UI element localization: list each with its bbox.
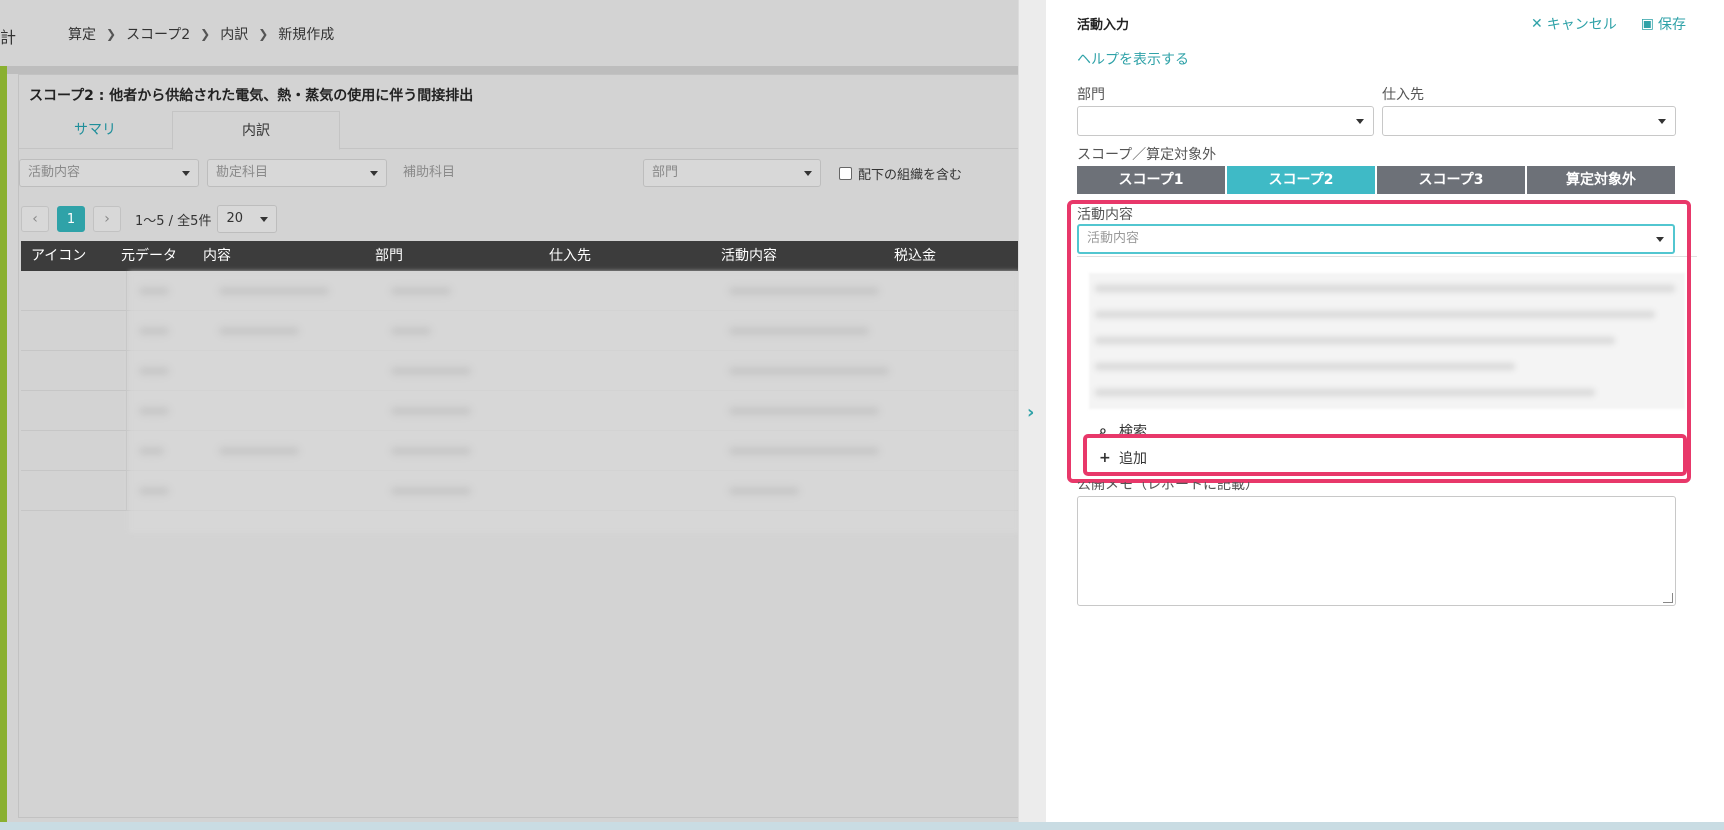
save-icon: ▣ [1640, 16, 1654, 32]
icon-cell [21, 431, 127, 471]
caret-down-icon [1658, 119, 1666, 124]
account-filter-select[interactable]: 勘定科目 [207, 159, 387, 187]
out-of-scope-button[interactable]: 算定対象外 [1527, 166, 1675, 194]
breadcrumb-item-new: 新規作成 [278, 27, 335, 43]
column-header-department[interactable]: 部門 [375, 241, 403, 271]
department-label: 部門 [1077, 87, 1105, 103]
chevron-right-icon: ❯ [106, 27, 117, 41]
blurred-table-content [129, 271, 1018, 533]
cancel-button[interactable]: ✕ キャンセル [1531, 14, 1617, 34]
caret-down-icon [1356, 119, 1364, 124]
column-header-amount[interactable]: 税込金 [894, 241, 936, 271]
pagination: ‹ 1 › 1〜5 / 全5件 20 [21, 205, 278, 233]
save-label: 保存 [1658, 17, 1686, 33]
scope-card: スコープ2 : 他者から供給された電気、熱・蒸気の使用に伴う間接排出 サマリ 内… [18, 74, 1018, 818]
side-accent-bar [0, 66, 7, 822]
cancel-label: キャンセル [1546, 17, 1617, 33]
caret-down-icon [370, 171, 378, 176]
panel-toggle-strip: › [1018, 0, 1046, 822]
main-content-overlay: 計 算定 ❯ スコープ2 ❯ 内訳 ❯ 新規作成 スコープ2 : 他者から供給さ… [0, 0, 1018, 822]
highlight-add-option [1083, 434, 1687, 476]
icon-cell [21, 351, 127, 391]
breadcrumb-item-calculation[interactable]: 算定 [68, 24, 96, 44]
chevron-right-icon: ❯ [200, 27, 211, 41]
pagination-info: 1〜5 / 全5件 [135, 213, 212, 229]
chevron-right-icon[interactable]: › [1027, 402, 1034, 423]
column-header-icon[interactable]: アイコン [31, 241, 86, 271]
icon-cell [21, 311, 127, 351]
tab-bar: サマリ 内訳 [19, 111, 1018, 150]
card-title: スコープ2 : 他者から供給された電気、熱・蒸気の使用に伴う間接排出 [29, 88, 474, 104]
breadcrumb-item-detail[interactable]: 内訳 [220, 24, 248, 44]
supplier-select[interactable] [1382, 106, 1676, 136]
prev-page-button[interactable]: ‹ [21, 206, 49, 232]
scope-label: スコープ／算定対象外 [1077, 147, 1217, 163]
include-sub-org-checkbox[interactable]: 配下の組織を含む [839, 159, 962, 187]
scope2-button[interactable]: スコープ2 [1227, 166, 1375, 194]
caret-down-icon [804, 171, 812, 176]
page-size-value: 20 [226, 211, 244, 226]
scope3-button[interactable]: スコープ3 [1377, 166, 1525, 194]
icon-cell [21, 391, 127, 431]
chevron-right-icon: ❯ [258, 27, 269, 41]
activity-input-panel: 活動入力 ✕ キャンセル ▣ 保存 ヘルプを表示する 部門 仕入先 スコープ／算… [1046, 0, 1724, 822]
page-1-button[interactable]: 1 [57, 206, 85, 232]
save-button[interactable]: ▣ 保存 [1641, 14, 1686, 34]
help-link[interactable]: ヘルプを表示する [1077, 49, 1189, 69]
app-title: 計 [0, 28, 17, 47]
scope-button-group: スコープ1 スコープ2 スコープ3 算定対象外 [1077, 166, 1677, 194]
sub-account-label: 補助科目 [403, 165, 456, 180]
panel-actions: ✕ キャンセル ▣ 保存 [1507, 14, 1686, 34]
department-filter-select[interactable]: 部門 [643, 159, 821, 187]
icon-cell [21, 271, 127, 311]
tab-summary[interactable]: サマリ [19, 111, 171, 149]
scope1-button[interactable]: スコープ1 [1077, 166, 1225, 194]
breadcrumb: 算定 ❯ スコープ2 ❯ 内訳 ❯ 新規作成 [68, 24, 334, 44]
page-size-select[interactable]: 20 [217, 205, 278, 233]
department-select[interactable] [1077, 106, 1374, 136]
activity-filter-placeholder: 活動内容 [28, 165, 81, 180]
caret-down-icon [182, 171, 190, 176]
supplier-label: 仕入先 [1382, 87, 1424, 103]
include-sub-org-label: 配下の組織を含む [858, 167, 963, 183]
divider [0, 66, 1018, 74]
icon-cell [21, 471, 127, 511]
checkbox-box[interactable] [839, 166, 852, 180]
column-header-supplier[interactable]: 仕入先 [549, 241, 591, 271]
next-page-button[interactable]: › [93, 206, 121, 232]
bottom-scrollbar[interactable] [0, 822, 1724, 830]
top-bar: 計 算定 ❯ スコープ2 ❯ 内訳 ❯ 新規作成 [0, 0, 1018, 66]
department-filter-placeholder: 部門 [652, 165, 679, 180]
close-icon: ✕ [1531, 16, 1543, 32]
public-memo-textarea[interactable] [1077, 496, 1676, 606]
activity-filter-select[interactable]: 活動内容 [19, 159, 199, 187]
caret-down-icon [260, 217, 269, 222]
panel-title: 活動入力 [1077, 18, 1130, 33]
table-header: アイコン 元データ 内容 部門 仕入先 活動内容 税込金 [21, 241, 1018, 271]
resize-handle-icon[interactable] [1663, 593, 1673, 603]
column-header-activity[interactable]: 活動内容 [721, 241, 777, 271]
breadcrumb-item-scope2[interactable]: スコープ2 [126, 24, 190, 44]
column-header-content[interactable]: 内容 [203, 241, 231, 271]
column-header-source[interactable]: 元データ [121, 241, 177, 271]
account-filter-placeholder: 勘定科目 [216, 165, 269, 180]
tab-detail[interactable]: 内訳 [172, 111, 340, 150]
